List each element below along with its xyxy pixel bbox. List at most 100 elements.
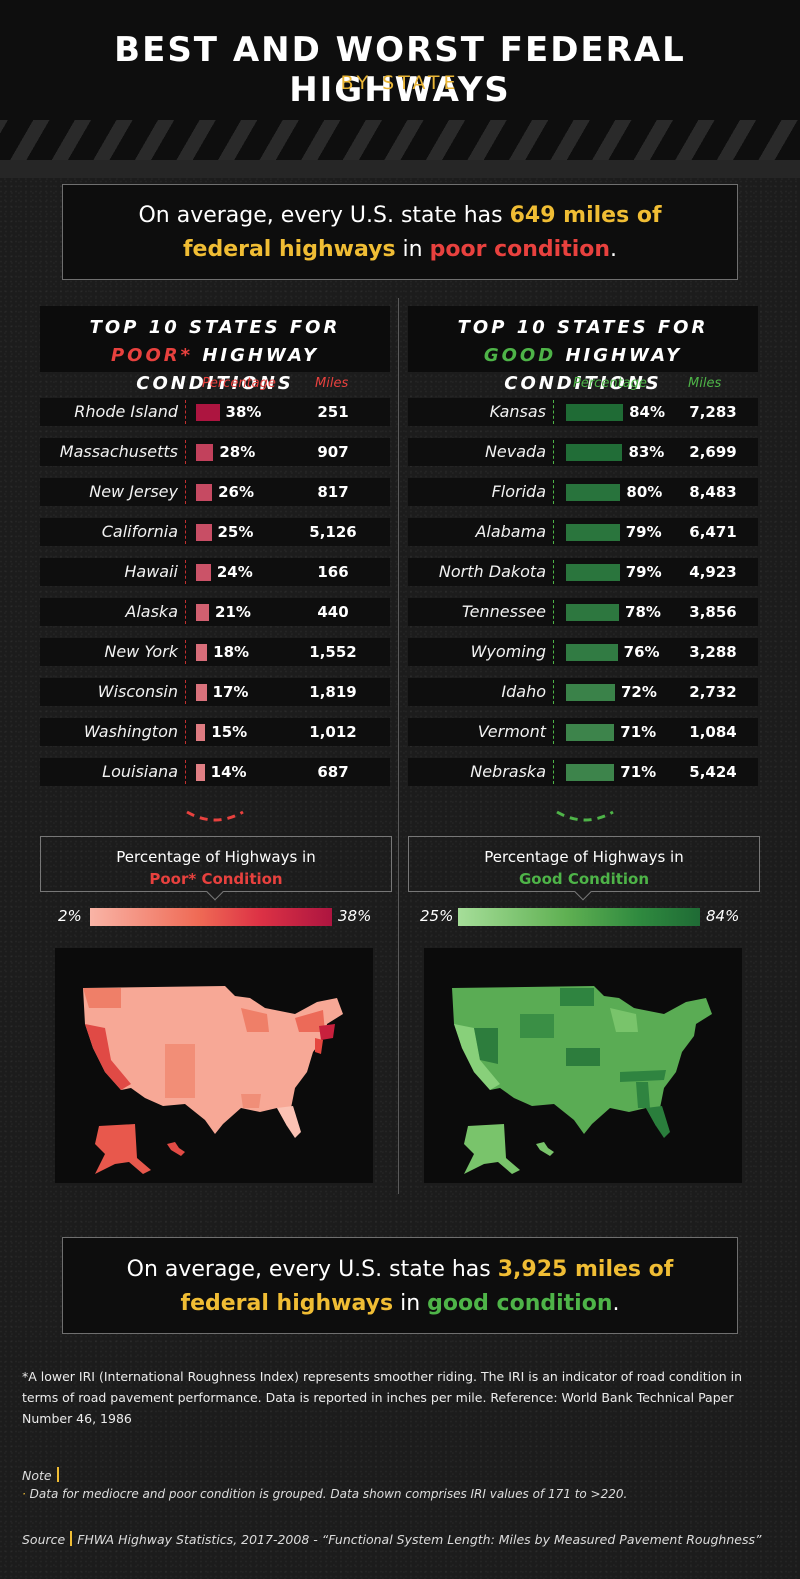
table-row: Idaho 72% 2,732 bbox=[408, 678, 758, 706]
percentage-bar bbox=[196, 644, 208, 661]
table-row: Massachusetts 28% 907 bbox=[40, 438, 390, 466]
callout-text: in bbox=[395, 237, 430, 262]
scale-gradient bbox=[458, 908, 700, 926]
percentage-bar bbox=[196, 404, 220, 421]
dashed-separator bbox=[550, 400, 554, 424]
percentage-label: 17% bbox=[212, 683, 249, 701]
good-color-scale: 25% 84% bbox=[408, 906, 758, 928]
state-name: Tennessee bbox=[461, 602, 546, 621]
percentage-header: Percentage bbox=[573, 376, 647, 391]
state-name: North Dakota bbox=[438, 562, 546, 581]
percentage-label: 38% bbox=[225, 403, 262, 421]
hawaii-shape bbox=[536, 1142, 554, 1156]
road-surface-decoration bbox=[0, 160, 800, 178]
heading-accent: POOR* bbox=[110, 345, 194, 366]
percentage-bar bbox=[196, 764, 205, 781]
dashed-separator bbox=[182, 400, 186, 424]
table-row: Rhode Island 38% 251 bbox=[40, 398, 390, 426]
scale-gradient bbox=[90, 908, 332, 926]
kansas-shape bbox=[566, 1048, 600, 1066]
table-row: Wyoming 76% 3,288 bbox=[408, 638, 758, 666]
dashed-separator bbox=[550, 480, 554, 504]
source-label: Source bbox=[22, 1532, 66, 1547]
state-name: Florida bbox=[491, 482, 546, 501]
percentage-label: 71% bbox=[620, 723, 657, 741]
callout-text: On average, every U.S. state has bbox=[126, 1257, 498, 1282]
poor-panel-heading: TOP 10 STATES FOR POOR* HIGHWAY CONDITIO… bbox=[40, 306, 390, 394]
percentage-header: Percentage bbox=[202, 376, 276, 391]
miles-label: 3,288 bbox=[689, 643, 737, 661]
percentage-bar bbox=[566, 764, 615, 781]
state-name: Wisconsin bbox=[97, 682, 178, 701]
callout-text: On average, every U.S. state has bbox=[138, 203, 510, 228]
state-name: Alabama bbox=[475, 522, 546, 541]
miles-label: 687 bbox=[317, 763, 349, 781]
dashed-separator bbox=[550, 520, 554, 544]
good-average-callout: On average, every U.S. state has 3,925 m… bbox=[62, 1237, 738, 1334]
percentage-label: 15% bbox=[211, 723, 248, 741]
callout-text: . bbox=[612, 1291, 620, 1316]
percentage-bar bbox=[566, 604, 620, 621]
good-map-legend-title: Percentage of Highways in Good Condition bbox=[408, 836, 760, 901]
dashed-separator bbox=[550, 760, 554, 784]
scale-max-label: 38% bbox=[338, 907, 372, 925]
dashed-separator bbox=[550, 440, 554, 464]
heading-accent: GOOD bbox=[483, 345, 557, 366]
scale-min-label: 25% bbox=[420, 907, 454, 925]
state-name: Alaska bbox=[125, 602, 178, 621]
miles-label: 166 bbox=[317, 563, 349, 581]
percentage-bar bbox=[196, 444, 214, 461]
column-headers: Percentage Miles bbox=[40, 372, 390, 398]
percentage-label: 18% bbox=[213, 643, 250, 661]
dashed-separator bbox=[550, 600, 554, 624]
percentage-label: 71% bbox=[620, 763, 657, 781]
callout-condition: good condition bbox=[427, 1291, 613, 1316]
table-row: California 25% 5,126 bbox=[40, 518, 390, 546]
percentage-bar bbox=[566, 484, 621, 501]
percentage-bar bbox=[196, 564, 211, 581]
alabama-shape bbox=[636, 1082, 650, 1108]
washington-shape bbox=[83, 988, 121, 1008]
table-row: Kansas 84% 7,283 bbox=[408, 398, 758, 426]
hawaii-shape bbox=[167, 1142, 185, 1156]
dashed-separator bbox=[182, 640, 186, 664]
good-condition-map bbox=[424, 948, 742, 1183]
miles-label: 907 bbox=[317, 443, 349, 461]
percentage-label: 24% bbox=[216, 563, 253, 581]
table-row: Alaska 21% 440 bbox=[40, 598, 390, 626]
table-row: Washington 15% 1,012 bbox=[40, 718, 390, 746]
callout-miles: 3,925 miles of bbox=[497, 1257, 674, 1282]
miles-label: 3,856 bbox=[689, 603, 737, 621]
state-name: California bbox=[101, 522, 178, 541]
good-panel-heading: TOP 10 STATES FOR GOOD HIGHWAY CONDITION… bbox=[408, 306, 758, 394]
iri-footnote: *A lower IRI (International Roughness In… bbox=[22, 1369, 743, 1426]
callout-text: . bbox=[610, 237, 618, 262]
state-name: Idaho bbox=[501, 682, 546, 701]
poor-condition-map bbox=[55, 948, 373, 1183]
florida-shape bbox=[646, 1106, 670, 1138]
alaska-shape bbox=[464, 1124, 520, 1174]
percentage-bar bbox=[566, 724, 615, 741]
percentage-label: 79% bbox=[625, 563, 662, 581]
percentage-label: 26% bbox=[218, 483, 255, 501]
miles-label: 2,699 bbox=[689, 443, 737, 461]
separator-bar bbox=[56, 1467, 59, 1482]
miles-label: 1,012 bbox=[309, 723, 357, 741]
dashed-separator bbox=[182, 600, 186, 624]
road-stripes-decoration bbox=[0, 120, 800, 160]
source-text: FHWA Highway Statistics, 2017-2008 - “Fu… bbox=[77, 1532, 762, 1547]
miles-label: 251 bbox=[317, 403, 349, 421]
good-rows: Kansas 84% 7,283 Nevada 83% 2,699 Florida 80% 8,… bbox=[408, 398, 758, 786]
state-name: Wyoming bbox=[470, 642, 546, 661]
miles-label: 1,084 bbox=[689, 723, 737, 741]
us-map-poor bbox=[83, 986, 343, 1174]
column-headers: Percentage Miles bbox=[408, 372, 758, 398]
poor-rows: Rhode Island 38% 251 Massachusetts 28% 907 New… bbox=[40, 398, 390, 786]
dashed-separator bbox=[550, 680, 554, 704]
note-label-text: Note bbox=[22, 1468, 52, 1483]
page-subtitle: BY STATE bbox=[340, 72, 460, 94]
poor-map-legend-title: Percentage of Highways in Poor* Conditio… bbox=[40, 836, 392, 901]
miles-label: 2,732 bbox=[689, 683, 737, 701]
dashed-separator bbox=[182, 560, 186, 584]
table-row: New Jersey 26% 817 bbox=[40, 478, 390, 506]
